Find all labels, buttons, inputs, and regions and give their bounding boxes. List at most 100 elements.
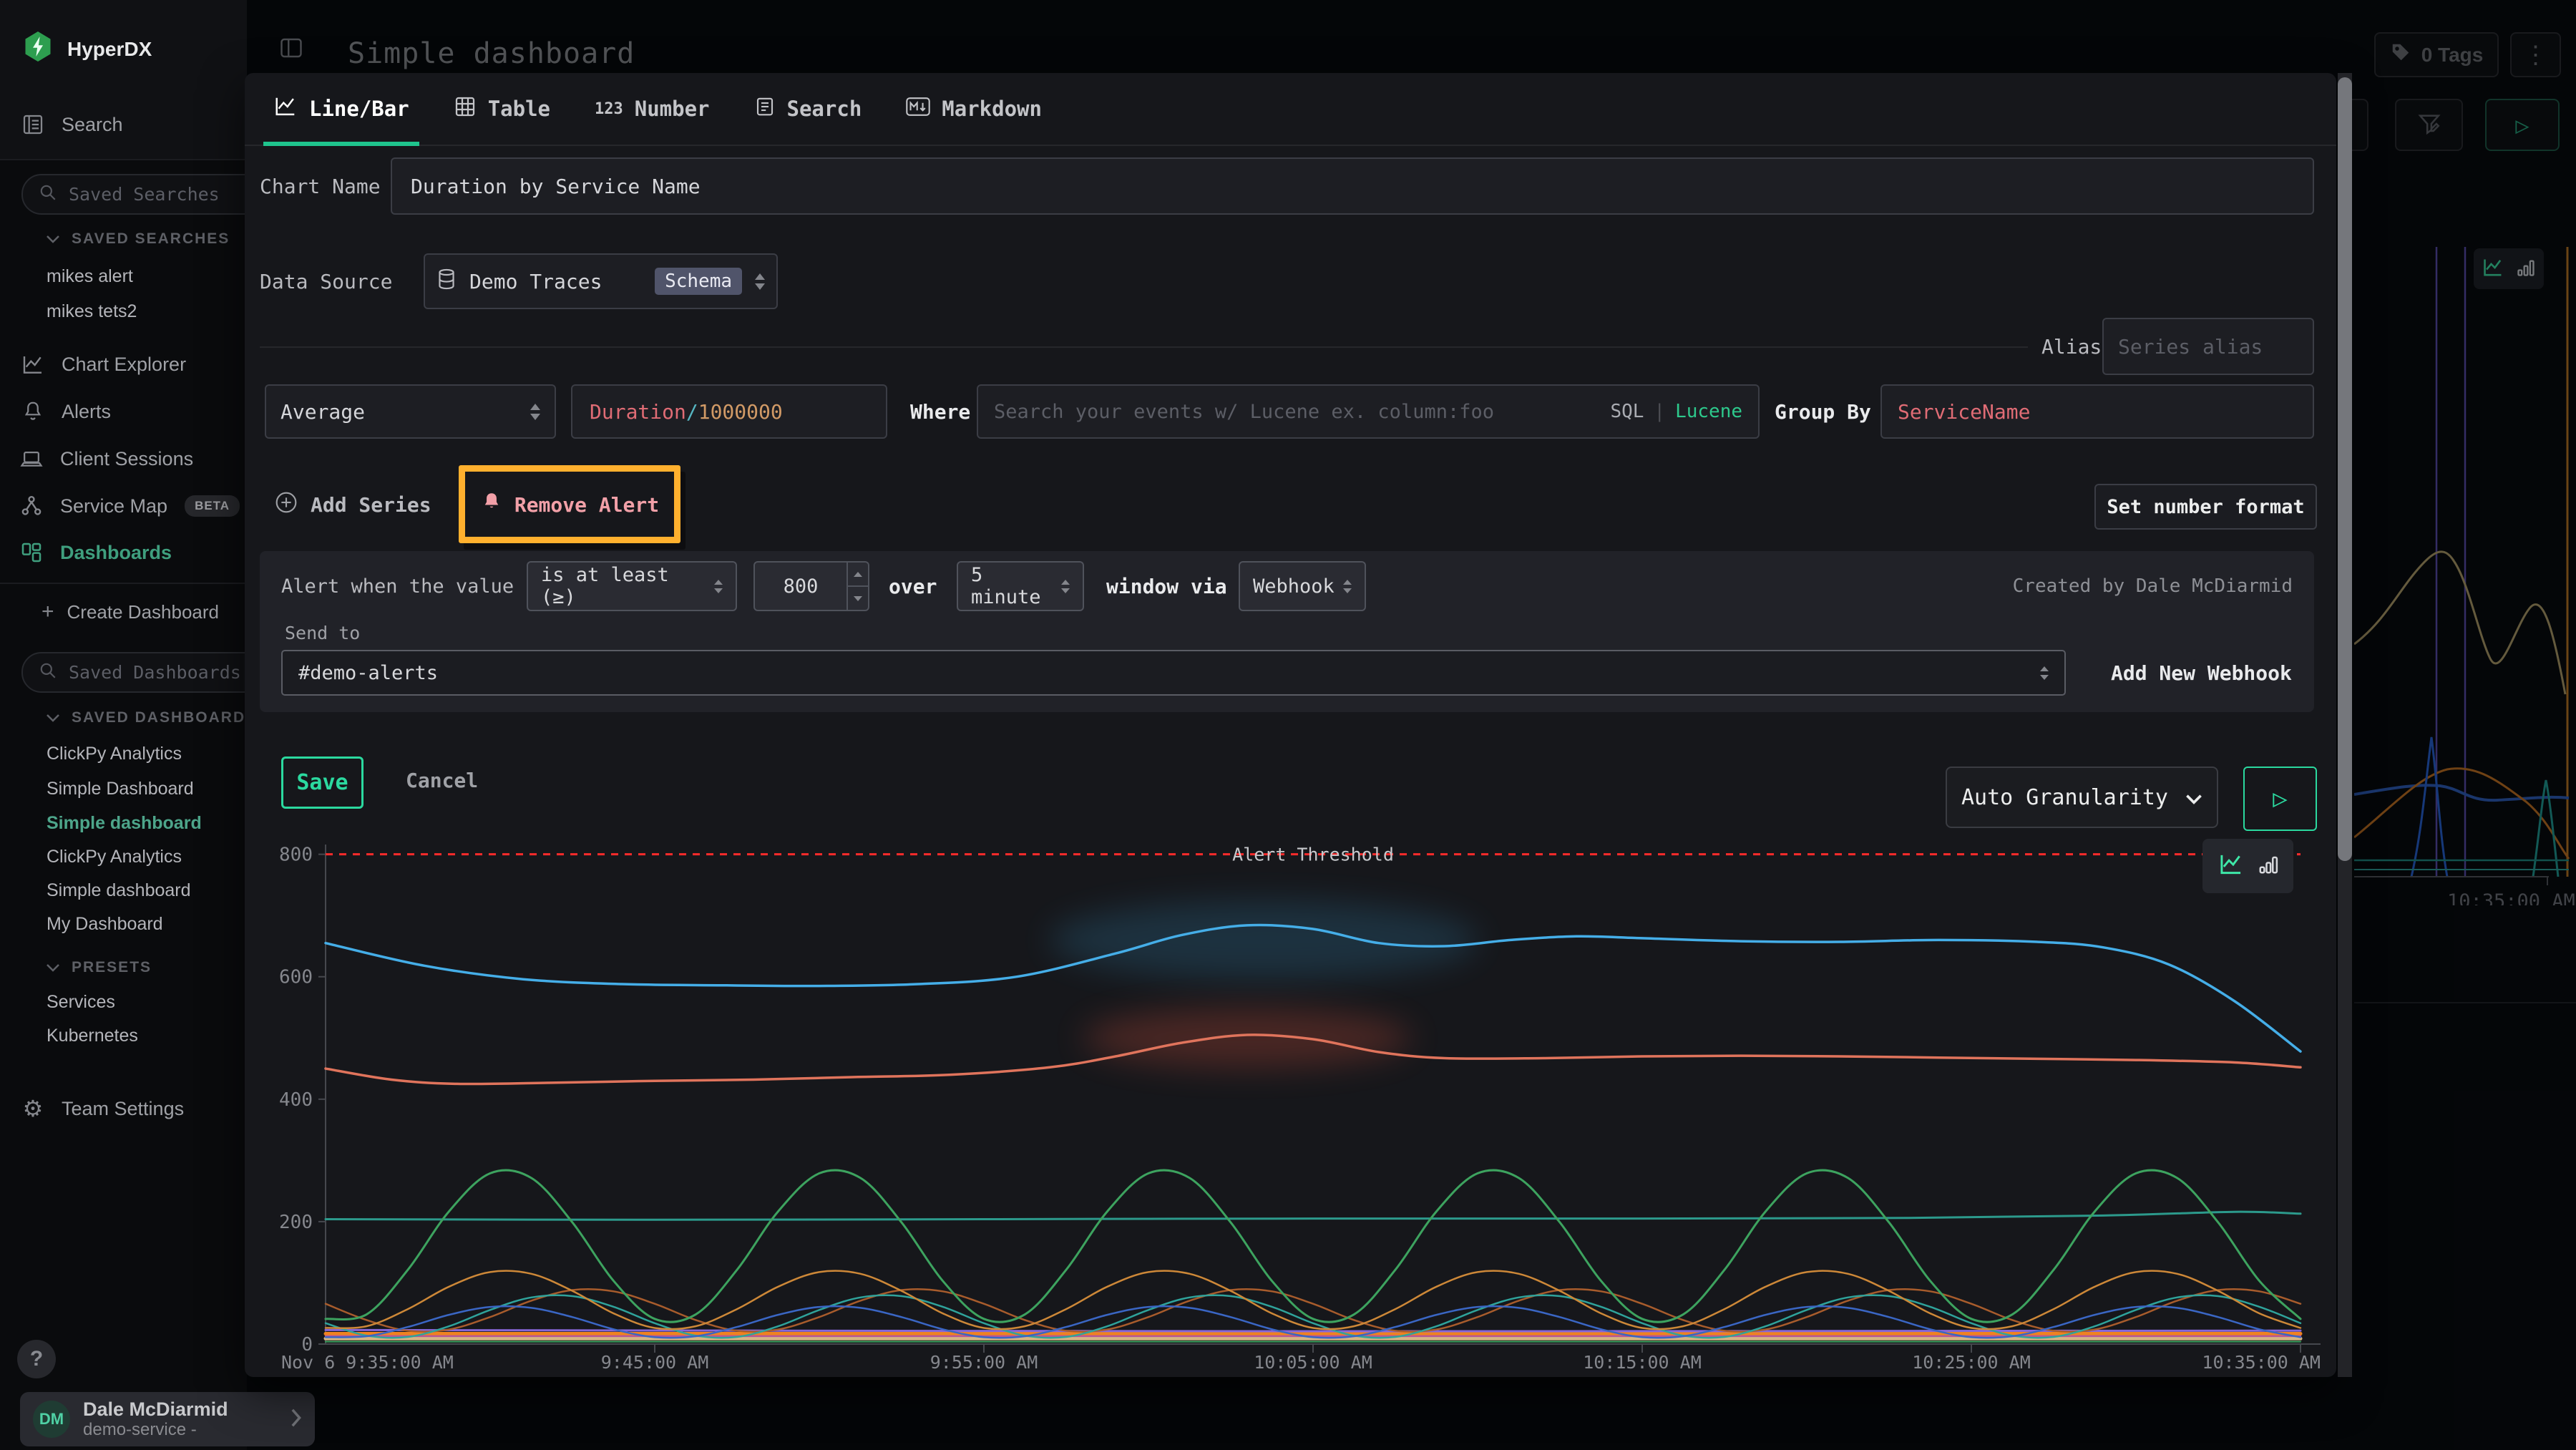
svg-text:10:25:00 AM: 10:25:00 AM [1912,1352,2031,1373]
chart-type-tabs: Line/Bar Table 123 Number [245,73,2336,146]
sidebar-item-client-sessions[interactable]: Client Sessions [20,448,193,470]
avatar: DM [33,1401,70,1438]
where-label: Where [910,384,970,439]
select-chevrons-icon [1343,580,1352,593]
cancel-button[interactable]: Cancel [406,756,478,804]
dashboards-grid-icon [20,541,43,564]
remove-alert-button[interactable]: Remove Alert [472,478,669,531]
svg-text:10:35:00 AM: 10:35:00 AM [2202,1352,2321,1373]
alert-threshold-input[interactable]: 800 [753,561,869,611]
saved-search-item[interactable]: mikes alert [47,266,133,287]
chart-edit-modal: Line/Bar Table 123 Number [245,73,2336,1377]
table-icon [454,95,477,123]
window-via-label: window via [1106,561,1227,611]
svg-text:400: 400 [279,1089,313,1111]
dashboard-item[interactable]: Simple Dashboard [47,779,194,799]
schema-badge: Schema [655,268,742,295]
sidebar-item-team-settings[interactable]: ⚙ Team Settings [21,1095,184,1122]
run-chart-button[interactable]: ▷ [2243,767,2317,831]
plus-icon: + [42,600,54,624]
select-chevrons-icon [714,580,723,593]
chart-name-input[interactable]: Duration by Service Name [391,157,2314,215]
group-by-label: Group By [1775,384,1871,439]
svg-text:200: 200 [279,1212,313,1233]
gear-icon: ⚙ [21,1095,44,1122]
line-chart-icon [273,96,298,122]
where-search-input[interactable]: Search your events w/ Lucene ex. column:… [977,384,1760,439]
svg-text:600: 600 [279,967,313,988]
sidebar-item-alerts[interactable]: Alerts [21,400,111,423]
add-new-webhook-button[interactable]: Add New Webhook [2111,650,2292,696]
dashboard-item[interactable]: ClickPy Analytics [47,847,182,867]
modal-scrollbar[interactable] [2338,73,2352,1377]
saved-dashboards-input[interactable]: Saved Dashboards [21,652,279,693]
field-expression-input[interactable]: Duration/1000000 [571,384,887,439]
tab-table[interactable]: Table [454,73,550,145]
tab-number[interactable]: 123 Number [595,73,710,145]
database-icon [436,268,457,295]
number-stepper[interactable] [847,563,868,610]
select-chevrons-icon [755,273,765,290]
select-chevrons-icon [530,404,540,420]
chevron-down-icon [2185,785,2202,810]
dashboard-item[interactable]: Simple dashboard [47,880,191,901]
presets-header[interactable]: PRESETS [46,959,152,976]
saved-searches-input[interactable]: Saved Searches [21,174,279,215]
series-divider [260,346,2028,348]
brand-logo[interactable]: HyperDX [23,30,152,68]
granularity-select[interactable]: Auto Granularity [1946,767,2218,828]
help-button[interactable]: ? [17,1340,56,1378]
tab-search[interactable]: Search [754,73,862,145]
chart-line-icon [21,354,44,376]
search-icon [39,661,57,684]
sidebar-item-dashboards[interactable]: Dashboards [20,541,172,564]
chevron-down-icon [46,230,60,248]
svg-text:10:05:00 AM: 10:05:00 AM [1254,1352,1372,1373]
app-root: Simple dashboard 0 Tags ⋮ ▷ [0,0,2576,1450]
markdown-icon [906,97,930,122]
saved-searches-header[interactable]: SAVED SEARCHES [46,230,230,248]
chevron-right-icon [289,1408,302,1431]
save-button[interactable]: Save [281,756,364,809]
123-icon: 123 [595,100,623,118]
sidebar-item-search[interactable]: Search [21,113,123,136]
duration-chart[interactable]: 0200400600800Nov 6 9:35:00 AM9:45:00 AM9… [260,830,2321,1374]
chevron-down-icon [46,959,60,976]
alert-window-select[interactable]: 5 minute [957,561,1084,611]
tab-markdown[interactable]: Markdown [906,73,1042,145]
query-language-toggle[interactable]: SQL | Lucene [1610,401,1742,422]
bell-icon [21,400,44,423]
scrollbar-thumb[interactable] [2338,77,2352,861]
alert-channel-select[interactable]: Webhook [1239,561,1366,611]
user-card[interactable]: DM Dale McDiarmid demo-service - [20,1392,315,1446]
alert-condition-select[interactable]: is at least (≥) [527,561,737,611]
saved-search-item[interactable]: mikes tets2 [47,301,137,322]
send-to-label: Send to [285,623,360,643]
alert-prefix-label: Alert when the value [281,561,514,611]
alert-config-panel: Alert when the value is at least (≥) 800… [260,551,2314,712]
user-name: Dale McDiarmid [83,1399,276,1421]
plus-circle-icon [275,491,298,519]
document-list-icon [21,113,44,136]
chart-type-toggle[interactable] [2202,839,2293,893]
dashboard-item[interactable]: My Dashboard [47,914,163,935]
preset-item[interactable]: Kubernetes [47,1026,138,1046]
series-alias-input[interactable]: Series alias [2102,318,2314,375]
svg-text:Nov 6 9:35:00 AM: Nov 6 9:35:00 AM [281,1352,454,1373]
duration-chart-svg: 0200400600800Nov 6 9:35:00 AM9:45:00 AM9… [260,830,2321,1374]
dashboard-item-active[interactable]: Simple dashboard [47,813,202,834]
preset-item[interactable]: Services [47,992,115,1013]
sidebar-item-chart-explorer[interactable]: Chart Explorer [21,354,186,376]
create-dashboard-button[interactable]: + Create Dashboard [42,600,219,624]
dashboard-item[interactable]: ClickPy Analytics [47,744,182,764]
aggregation-select[interactable]: Average [265,384,556,439]
sidebar-item-service-map[interactable]: Service Map BETA [20,495,240,517]
group-by-input[interactable]: ServiceName [1880,384,2314,439]
set-number-format-button[interactable]: Set number format [2094,484,2317,530]
tab-line-bar[interactable]: Line/Bar [273,73,409,145]
data-source-select[interactable]: Demo Traces Schema [424,253,778,309]
add-series-button[interactable]: Add Series [275,478,431,531]
send-to-select[interactable]: #demo-alerts [281,650,2066,696]
created-by-label: Created by Dale McDiarmid [2013,561,2293,611]
saved-dashboards-header[interactable]: SAVED DASHBOARDS [46,709,257,726]
